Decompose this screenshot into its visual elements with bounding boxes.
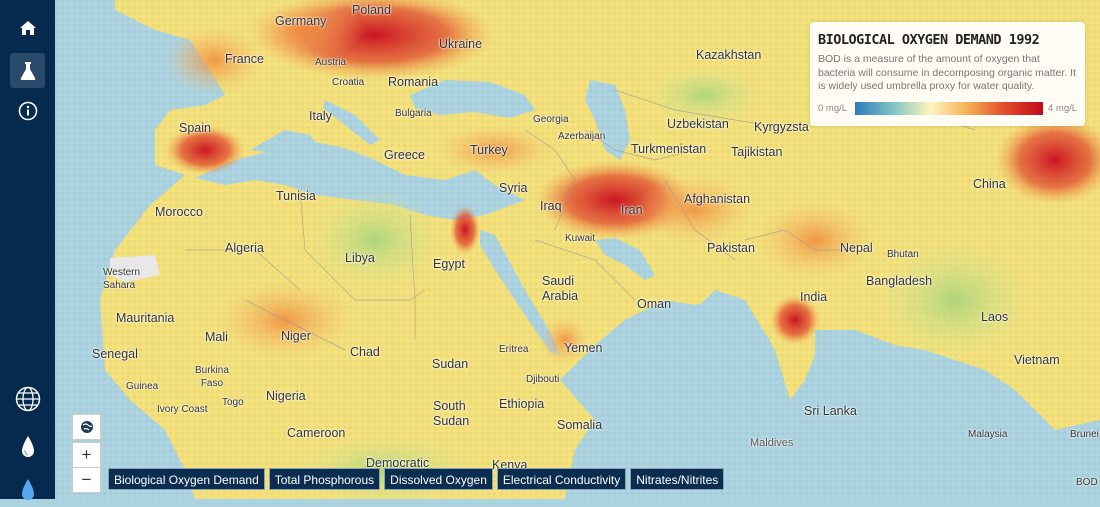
label-kyrgyzstan: Kyrgyzsta — [754, 120, 809, 134]
label-turkmenistan: Turkmenistan — [631, 142, 707, 156]
label-uzbekistan: Uzbekistan — [667, 117, 729, 131]
legend-title: BIOLOGICAL OXYGEN DEMAND 1992 — [818, 32, 1040, 48]
label-togo: Togo — [222, 397, 244, 408]
label-senegal: Senegal — [92, 347, 138, 361]
home-icon[interactable] — [10, 10, 45, 45]
label-romania: Romania — [388, 75, 439, 89]
label-western-sahara: Western Sahara — [103, 267, 141, 291]
tab-dissolved-oxygen[interactable]: Dissolved Oxygen — [384, 468, 493, 490]
label-laos: Laos — [981, 310, 1009, 324]
label-ivory-coast: Ivory Coast — [157, 404, 208, 415]
tab-nitrates-nitrites[interactable]: Nitrates/Nitrites — [630, 468, 725, 490]
label-bangladesh: Bangladesh — [866, 274, 933, 288]
label-bulgaria: Bulgaria — [395, 108, 432, 119]
label-cameroon: Cameroon — [287, 426, 346, 440]
water-drop-icon[interactable] — [10, 472, 45, 507]
label-sudan: Sudan — [432, 357, 469, 371]
label-maldives: Maldives — [750, 437, 794, 449]
label-bod: BOD — [1076, 477, 1098, 488]
label-ethiopia: Ethiopia — [499, 397, 545, 411]
label-afghanistan: Afghanistan — [684, 192, 751, 206]
label-greece: Greece — [384, 148, 425, 162]
label-nigeria: Nigeria — [266, 389, 306, 403]
info-icon[interactable] — [10, 93, 45, 128]
label-bhutan: Bhutan — [887, 249, 919, 260]
label-iraq: Iraq — [540, 199, 562, 213]
label-south-sudan: South Sudan — [433, 399, 470, 428]
label-djibouti: Djibouti — [526, 374, 560, 385]
label-nepal: Nepal — [840, 241, 873, 255]
label-china: China — [973, 177, 1006, 191]
droplet-icon[interactable] — [10, 429, 45, 464]
label-kazakhstan: Kazakhstan — [696, 48, 762, 62]
label-chad: Chad — [350, 345, 380, 359]
label-guinea: Guinea — [126, 381, 159, 392]
label-ukraine: Ukraine — [439, 37, 483, 51]
label-vietnam: Vietnam — [1014, 353, 1060, 367]
legend-min-label: 0 mg/L — [818, 103, 848, 114]
label-georgia: Georgia — [533, 114, 569, 125]
label-oman: Oman — [637, 297, 672, 311]
legend-description: BOD is a measure of the amount of oxygen… — [818, 53, 1076, 92]
legend-color-bar — [855, 102, 1043, 115]
tab-electrical-conductivity[interactable]: Electrical Conductivity — [496, 468, 627, 490]
label-saudi-arabia: Saudi Arabia — [542, 274, 579, 303]
label-burkina-faso: Burkina Faso — [195, 365, 229, 389]
layer-tabs: Biological Oxygen Demand Total Phosphoro… — [108, 468, 725, 490]
label-poland: Poland — [352, 3, 391, 17]
label-azerbaijan: Azerbaijan — [558, 131, 606, 142]
globe-icon[interactable] — [10, 381, 45, 416]
label-brunei: Brunei — [1070, 429, 1099, 440]
label-algeria: Algeria — [225, 241, 264, 255]
label-egypt: Egypt — [433, 257, 465, 271]
label-yemen: Yemen — [564, 341, 603, 355]
globe-locate-icon — [80, 421, 93, 433]
label-iran: Iran — [621, 203, 643, 217]
label-syria: Syria — [499, 181, 528, 195]
label-mauritania: Mauritania — [116, 311, 175, 325]
zoom-in-button[interactable]: + — [72, 442, 101, 468]
label-morocco: Morocco — [155, 205, 203, 219]
label-italy: Italy — [309, 109, 332, 123]
label-germany: Germany — [275, 14, 327, 28]
label-libya: Libya — [345, 251, 375, 265]
label-pakistan: Pakistan — [707, 241, 755, 255]
label-eritrea: Eritrea — [499, 344, 529, 355]
label-tunisia: Tunisia — [276, 189, 316, 203]
tab-total-phosphorous[interactable]: Total Phosphorous — [268, 468, 381, 490]
locate-button[interactable] — [72, 414, 101, 440]
label-kuwait: Kuwait — [565, 233, 596, 244]
label-austria: Austria — [315, 57, 347, 68]
label-niger: Niger — [281, 329, 311, 343]
label-turkey: Turkey — [470, 143, 508, 157]
flask-icon[interactable] — [10, 53, 45, 88]
label-croatia: Croatia — [332, 77, 365, 88]
label-mali: Mali — [205, 330, 228, 344]
tab-biological-oxygen-demand[interactable]: Biological Oxygen Demand — [108, 468, 265, 490]
label-somalia: Somalia — [557, 418, 603, 432]
label-spain: Spain — [179, 121, 211, 135]
label-india: India — [800, 290, 828, 304]
legend-max-label: 4 mg/L — [1048, 103, 1078, 114]
label-france: France — [225, 52, 264, 66]
label-sri-lanka: Sri Lanka — [804, 404, 857, 418]
legend-panel: BIOLOGICAL OXYGEN DEMAND 1992 BOD is a m… — [810, 22, 1085, 126]
label-malaysia: Malaysia — [968, 429, 1008, 440]
sidebar — [0, 0, 55, 500]
zoom-out-button[interactable]: − — [72, 467, 101, 493]
label-tajikistan: Tajikistan — [731, 145, 783, 159]
